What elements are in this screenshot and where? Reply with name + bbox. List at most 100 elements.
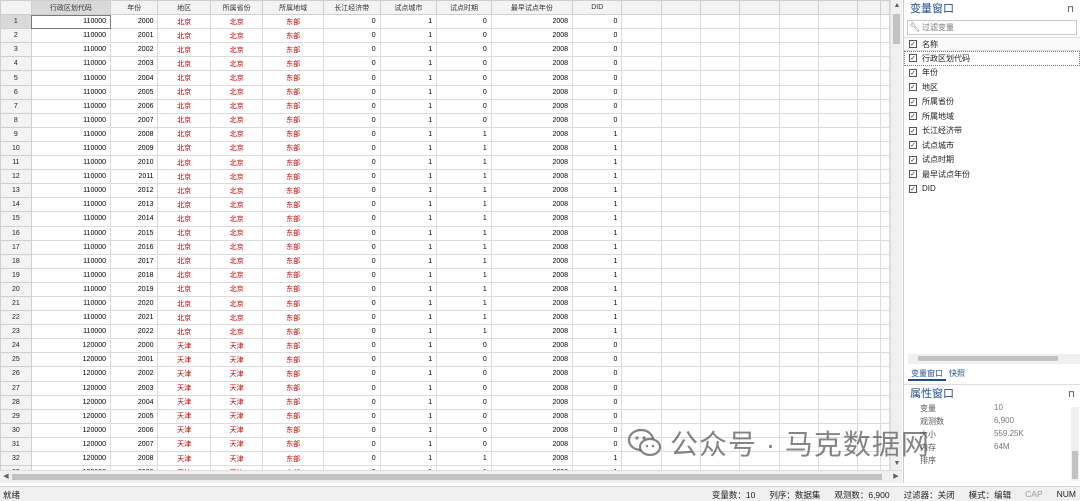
data-cell[interactable]: 2008 bbox=[490, 394, 574, 410]
empty-cell[interactable] bbox=[621, 253, 662, 269]
data-cell[interactable]: 2008 bbox=[490, 98, 574, 114]
empty-cell[interactable] bbox=[739, 197, 780, 213]
data-cell[interactable]: 2018 bbox=[110, 267, 159, 283]
data-cell[interactable]: 2008 bbox=[490, 42, 574, 58]
data-cell[interactable]: 北京 bbox=[209, 70, 264, 86]
data-cell[interactable]: 110000 bbox=[30, 28, 112, 44]
variable-item[interactable]: ✓ 所属地域 bbox=[904, 109, 1080, 124]
empty-cell[interactable] bbox=[739, 295, 780, 312]
data-cell[interactable]: 北京 bbox=[157, 155, 211, 171]
data-cell[interactable]: 1 bbox=[379, 239, 438, 255]
data-cell[interactable]: 1 bbox=[379, 394, 438, 410]
empty-cell[interactable] bbox=[817, 295, 859, 312]
data-cell[interactable]: 0 bbox=[322, 352, 381, 368]
empty-cell[interactable] bbox=[739, 281, 780, 297]
data-cell[interactable]: 1 bbox=[379, 140, 438, 157]
data-cell[interactable]: 1 bbox=[379, 56, 438, 72]
data-cell[interactable]: 2008 bbox=[490, 155, 574, 171]
empty-cell[interactable] bbox=[880, 408, 890, 424]
data-cell[interactable]: 东部 bbox=[262, 253, 324, 269]
data-cell[interactable]: 0 bbox=[436, 56, 492, 72]
tab-snapshots[interactable]: 快照 bbox=[946, 367, 968, 381]
empty-cell[interactable] bbox=[857, 295, 881, 312]
empty-cell[interactable] bbox=[778, 267, 819, 283]
empty-cell[interactable] bbox=[778, 98, 819, 114]
data-cell[interactable]: 1 bbox=[572, 239, 623, 255]
pin-icon[interactable]: ⊓ bbox=[1068, 385, 1075, 403]
data-cell[interactable]: 东部 bbox=[262, 422, 324, 438]
data-cell[interactable]: 2003 bbox=[110, 380, 159, 396]
empty-cell[interactable] bbox=[880, 239, 890, 255]
empty-cell[interactable] bbox=[778, 310, 819, 326]
empty-cell[interactable] bbox=[660, 28, 701, 44]
column-header[interactable]: 地区 bbox=[157, 0, 211, 16]
column-header[interactable]: DID bbox=[572, 0, 623, 16]
empty-cell[interactable] bbox=[880, 197, 890, 213]
empty-cell[interactable] bbox=[857, 324, 881, 340]
data-cell[interactable]: 2008 bbox=[490, 310, 574, 326]
data-cell[interactable]: 2008 bbox=[490, 267, 574, 283]
data-cell[interactable]: 0 bbox=[322, 84, 381, 100]
empty-cell[interactable] bbox=[857, 28, 881, 44]
data-cell[interactable]: 1 bbox=[436, 450, 492, 467]
empty-cell[interactable] bbox=[621, 352, 662, 368]
data-cell[interactable]: 120000 bbox=[30, 408, 112, 424]
empty-cell[interactable] bbox=[817, 140, 859, 157]
data-cell[interactable]: 110000 bbox=[30, 70, 112, 86]
empty-cell[interactable] bbox=[857, 126, 881, 142]
data-cell[interactable]: 2008 bbox=[490, 352, 574, 368]
data-cell[interactable]: 北京 bbox=[157, 211, 211, 227]
data-cell[interactable]: 东部 bbox=[262, 56, 324, 72]
empty-cell[interactable] bbox=[778, 84, 819, 100]
data-cell[interactable]: 东部 bbox=[262, 14, 324, 30]
data-cell[interactable]: 东部 bbox=[262, 42, 324, 58]
row-number[interactable]: 8 bbox=[0, 112, 32, 128]
empty-cell[interactable] bbox=[880, 281, 890, 297]
empty-cell[interactable] bbox=[778, 126, 819, 142]
empty-cell[interactable] bbox=[739, 239, 780, 255]
data-cell[interactable]: 1 bbox=[379, 295, 438, 312]
data-cell[interactable]: 0 bbox=[322, 140, 381, 157]
empty-cell[interactable] bbox=[817, 394, 859, 410]
data-cell[interactable]: 0 bbox=[436, 42, 492, 58]
empty-cell[interactable] bbox=[699, 14, 741, 30]
variable-checkbox[interactable]: ✓ bbox=[909, 83, 917, 92]
data-cell[interactable]: 2019 bbox=[110, 281, 159, 297]
data-cell[interactable]: 2005 bbox=[110, 408, 159, 424]
data-cell[interactable]: 北京 bbox=[209, 239, 264, 255]
data-cell[interactable]: 天津 bbox=[157, 422, 211, 438]
data-cell[interactable]: 2005 bbox=[110, 84, 159, 100]
empty-cell[interactable] bbox=[778, 295, 819, 312]
empty-cell[interactable] bbox=[857, 183, 881, 199]
data-cell[interactable]: 北京 bbox=[157, 56, 211, 72]
data-cell[interactable]: 1 bbox=[436, 155, 492, 171]
empty-cell[interactable] bbox=[778, 169, 819, 185]
data-cell[interactable]: 0 bbox=[436, 394, 492, 410]
data-cell[interactable]: 1 bbox=[572, 295, 623, 312]
data-cell[interactable]: 2002 bbox=[110, 42, 159, 58]
column-header[interactable]: 所属省份 bbox=[209, 0, 264, 16]
data-cell[interactable]: 0 bbox=[322, 436, 381, 453]
data-cell[interactable]: 1 bbox=[436, 225, 492, 241]
empty-column-header[interactable] bbox=[739, 0, 780, 16]
data-cell[interactable]: 1 bbox=[436, 310, 492, 326]
empty-cell[interactable] bbox=[778, 197, 819, 213]
row-number[interactable]: 22 bbox=[0, 310, 32, 326]
data-cell[interactable]: 1 bbox=[572, 267, 623, 283]
data-cell[interactable]: 1 bbox=[379, 352, 438, 368]
data-cell[interactable]: 天津 bbox=[209, 394, 264, 410]
data-cell[interactable]: 北京 bbox=[209, 14, 264, 30]
data-cell[interactable]: 2008 bbox=[490, 28, 574, 44]
data-cell[interactable]: 0 bbox=[322, 281, 381, 297]
empty-cell[interactable] bbox=[857, 253, 881, 269]
data-cell[interactable]: 1 bbox=[379, 225, 438, 241]
column-header[interactable]: 长江经济带 bbox=[322, 0, 381, 16]
empty-cell[interactable] bbox=[660, 98, 701, 114]
empty-cell[interactable] bbox=[699, 394, 741, 410]
data-cell[interactable]: 0 bbox=[322, 408, 381, 424]
data-cell[interactable]: 北京 bbox=[209, 112, 264, 128]
data-grid[interactable]: 行政区划代码 年份 地区 所属省份 所属地域 长江经济带 试点城市 试点时期 最早试点年份 DID… bbox=[0, 0, 890, 470]
data-cell[interactable]: 2007 bbox=[110, 112, 159, 128]
row-number[interactable]: 14 bbox=[0, 197, 32, 213]
data-cell[interactable]: 120000 bbox=[30, 450, 112, 467]
